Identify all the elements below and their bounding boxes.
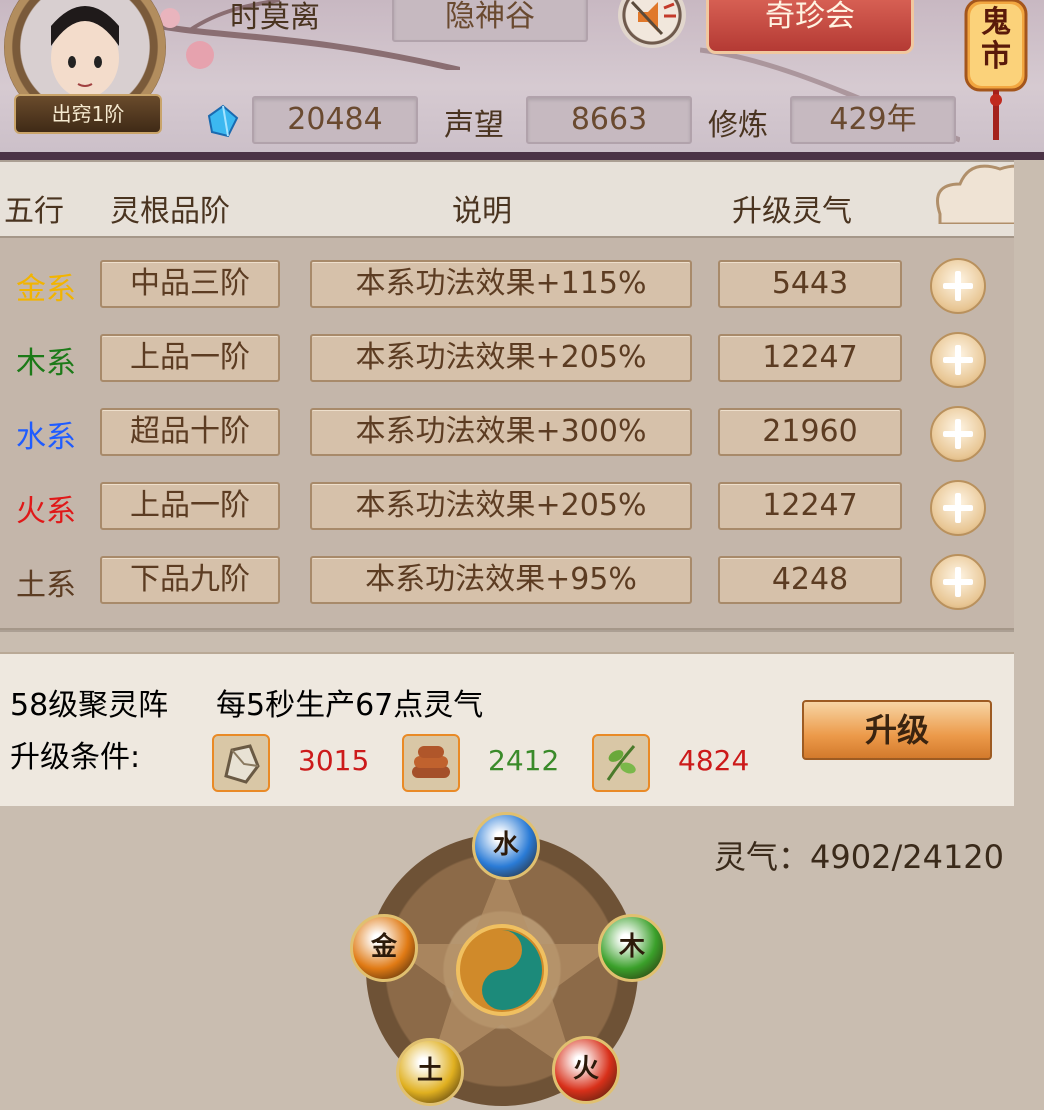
ore-requirement: 3015 <box>298 744 370 777</box>
treasure-fair-button[interactable]: 奇珍会 <box>706 0 914 54</box>
ore-icon <box>224 744 260 784</box>
effect-cell: 本系功法效果+115% <box>310 260 692 308</box>
upgrade-qi-cell: 12247 <box>718 334 902 382</box>
grade-cell: 中品三阶 <box>100 260 280 308</box>
rank-badge: 出窍1阶 <box>14 94 162 134</box>
spirit-gem-icon <box>207 104 239 138</box>
earth-element-orb[interactable]: 土 <box>396 1038 464 1106</box>
grade-cell: 下品九阶 <box>100 556 280 604</box>
wood-element-orb[interactable]: 木 <box>598 914 666 982</box>
grade-cell: 上品一阶 <box>100 334 280 382</box>
upgrade-wood-button[interactable] <box>930 332 986 388</box>
fame-value: 8663 <box>526 96 692 144</box>
grade-cell: 超品十阶 <box>100 408 280 456</box>
element-label-fire: 火系 <box>16 494 76 529</box>
wood-logs-icon <box>412 746 450 778</box>
effect-cell: 本系功法效果+95% <box>310 556 692 604</box>
upgrade-qi-cell: 5443 <box>718 260 902 308</box>
spirit-qi-readout: 灵气：4902/24120 <box>714 838 1005 876</box>
column-header-element: 五行 <box>4 194 64 229</box>
water-element-orb[interactable]: 水 <box>472 812 540 880</box>
effect-cell: 本系功法效果+205% <box>310 482 692 530</box>
element-label-water: 水系 <box>16 420 76 455</box>
upgrade-water-button[interactable] <box>930 406 986 462</box>
upgrade-qi-cell: 4248 <box>718 556 902 604</box>
header-divider <box>0 152 1044 160</box>
wood-material-slot[interactable] <box>402 734 460 792</box>
element-label-metal: 金系 <box>16 272 76 307</box>
right-edge-border <box>1014 160 1044 1067</box>
cultivation-label: 修炼 <box>708 108 768 143</box>
herb-requirement: 4824 <box>678 744 750 777</box>
array-upgrade-button[interactable]: 升级 <box>802 700 992 760</box>
herb-material-slot[interactable] <box>592 734 650 792</box>
element-label-wood: 木系 <box>16 346 76 381</box>
ghost-market-button[interactable]: 鬼市 <box>958 0 1034 140</box>
player-name: 时莫离 <box>230 0 320 35</box>
column-header-upgrade-qi: 升级灵气 <box>732 194 852 229</box>
element-label-earth: 土系 <box>16 568 76 603</box>
metal-element-orb[interactable]: 金 <box>350 914 418 982</box>
array-level-title: 58级聚灵阵 <box>10 688 169 723</box>
grade-cell: 上品一阶 <box>100 482 280 530</box>
fame-label: 声望 <box>444 108 504 143</box>
upgrade-fire-button[interactable] <box>930 480 986 536</box>
column-header-description: 说明 <box>452 194 512 229</box>
cultivation-value: 429年 <box>790 96 956 144</box>
fire-element-orb[interactable]: 火 <box>552 1036 620 1104</box>
upgrade-qi-cell: 12247 <box>718 482 902 530</box>
upgrade-metal-button[interactable] <box>930 258 986 314</box>
herb-icon <box>606 745 636 781</box>
ghost-market-label: 鬼市 <box>981 5 1011 74</box>
upgrade-condition-label: 升级条件: <box>10 740 141 775</box>
mute-sound-button[interactable] <box>618 0 686 48</box>
guild-name: 隐神谷 <box>392 0 588 42</box>
ore-material-slot[interactable] <box>212 734 270 792</box>
effect-cell: 本系功法效果+205% <box>310 334 692 382</box>
effect-cell: 本系功法效果+300% <box>310 408 692 456</box>
wood-requirement: 2412 <box>488 744 560 777</box>
array-production-text: 每5秒生产67点灵气 <box>216 688 484 723</box>
upgrade-earth-button[interactable] <box>930 554 986 610</box>
spirit-stone-count: 20484 <box>252 96 418 144</box>
upgrade-qi-cell: 21960 <box>718 408 902 456</box>
speaker-muted-icon <box>630 0 676 36</box>
column-header-grade: 灵根品阶 <box>110 194 230 229</box>
